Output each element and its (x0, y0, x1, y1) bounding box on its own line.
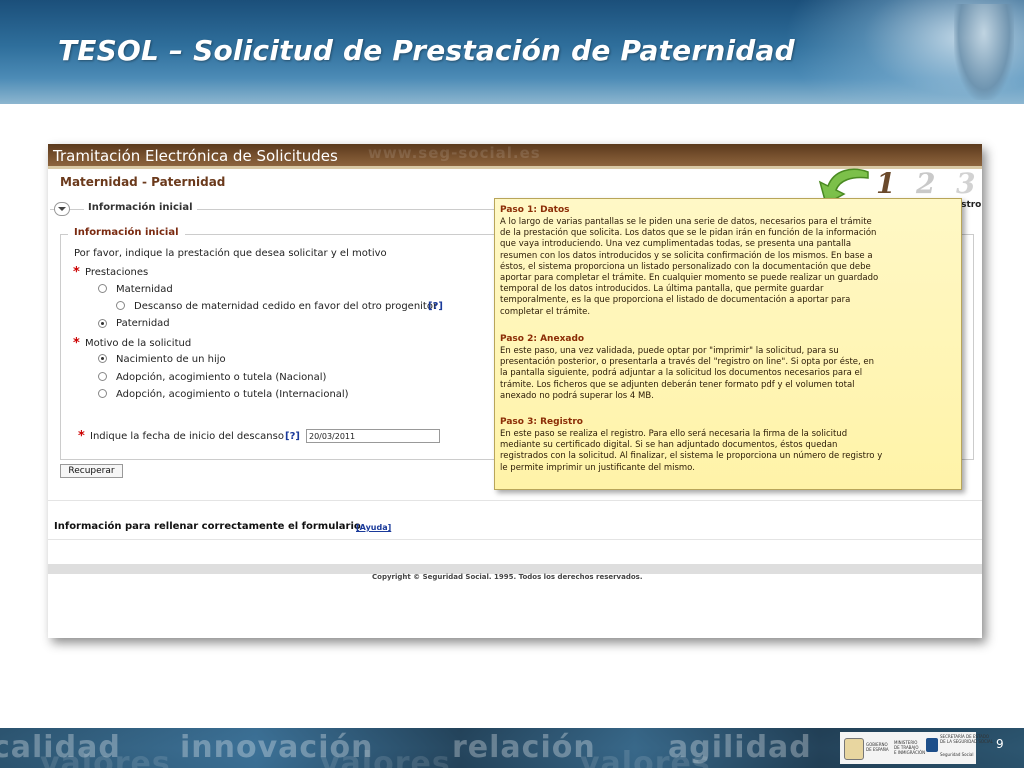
fecha-label: Indique la fecha de inicio del descanso (90, 431, 284, 442)
footer-word: valores (320, 746, 451, 768)
fecha-inicio-input[interactable] (306, 429, 440, 443)
motivo-label: Motivo de la solicitud (85, 338, 192, 349)
seguridad-social-logo-icon (926, 738, 938, 752)
info-toggle-label: Información inicial (84, 202, 197, 213)
logo-secretaria-text: SECRETARÍA DE ESTADO DE LA SEGURIDAD SOCI… (940, 734, 993, 744)
page-number: 9 (996, 737, 1004, 751)
required-mark: * (78, 429, 85, 444)
paso-2-text: En este paso, una vez validada, puede op… (500, 346, 875, 401)
steps-tooltip: Paso 1: Datos A lo largo de varias panta… (494, 198, 962, 490)
radio-maternidad[interactable] (98, 284, 107, 293)
section-title: Maternidad - Paternidad (60, 175, 226, 189)
paso-2-title: Paso 2: Anexado (500, 334, 585, 344)
step-1-number: 1 (876, 167, 896, 200)
info-toggle[interactable]: Información inicial (50, 202, 570, 216)
radio-descanso-cedido[interactable] (116, 301, 125, 310)
paso-1-title: Paso 1: Datos (500, 205, 570, 215)
radio-nacimiento[interactable] (98, 354, 107, 363)
required-mark: * (73, 265, 80, 280)
header-decoration (954, 4, 1014, 100)
paso-3-title: Paso 3: Registro (500, 417, 583, 427)
prestaciones-label: Prestaciones (85, 267, 149, 278)
option-maternidad-label: Maternidad (116, 284, 173, 295)
divider (48, 539, 982, 540)
recuperar-button[interactable]: Recuperar (60, 464, 123, 478)
footer-word: relación (452, 730, 596, 765)
option-adopcion-nacional-label: Adopción, acogimiento o tutela (Nacional… (116, 372, 327, 383)
banner-title: Tramitación Electrónica de Solicitudes (53, 147, 338, 165)
radio-paternidad[interactable] (98, 319, 107, 328)
chevron-down-icon[interactable] (54, 202, 70, 216)
slide-title: TESOL – Solicitud de Prestación de Pater… (58, 34, 795, 67)
logo-ministerio-text: MINISTERIO DE TRABAJO E INMIGRACIÓN (894, 740, 926, 755)
app-banner: www.seg-social.es Tramitación Electrónic… (48, 144, 982, 166)
fieldset-legend: Información inicial (68, 227, 185, 238)
copyright-text: Copyright © Seguridad Social. 1995. Todo… (372, 573, 643, 581)
divider (48, 500, 982, 501)
radio-adopcion-nacional[interactable] (98, 372, 107, 381)
required-mark: * (73, 336, 80, 351)
step-2-number: 2 (916, 167, 936, 200)
form-intro: Por favor, indique la prestación que des… (74, 248, 387, 259)
option-adopcion-internacional-label: Adopción, acogimiento o tutela (Internac… (116, 389, 349, 400)
radio-adopcion-internacional[interactable] (98, 389, 107, 398)
ayuda-link[interactable]: [Ayuda] (356, 523, 391, 532)
banner-watermark: www.seg-social.es (368, 144, 541, 162)
paso-3-text: En este paso se realiza el registro. Par… (500, 429, 883, 473)
info-rellenar-text: Información para rellenar correctamente … (54, 521, 361, 532)
logo-seguridad-social-text: Seguridad Social (940, 752, 974, 757)
institution-logos: GOBIERNO DE ESPAÑA MINISTERIO DE TRABAJO E … (840, 732, 993, 764)
coat-of-arms-icon (844, 738, 864, 760)
option-nacimiento-label: Nacimiento de un hijo (116, 354, 226, 365)
help-link-fecha[interactable]: [?] (285, 431, 300, 442)
step-3-number: 3 (956, 167, 976, 200)
option-paternidad-label: Paternidad (116, 318, 170, 329)
slide-header: TESOL – Solicitud de Prestación de Pater… (0, 0, 1024, 104)
step-indicator: 1 2 3 (876, 167, 982, 200)
footer-word: valores (580, 746, 711, 768)
help-link-descanso[interactable]: [?] (428, 301, 443, 312)
option-descanso-cedido-label: Descanso de maternidad cedido en favor d… (134, 301, 438, 312)
logo-gobierno-text: GOBIERNO DE ESPAÑA (866, 742, 889, 752)
footer-word: valores (40, 746, 171, 768)
paso-1-text: A lo largo de varias pantallas se le pid… (500, 217, 879, 317)
